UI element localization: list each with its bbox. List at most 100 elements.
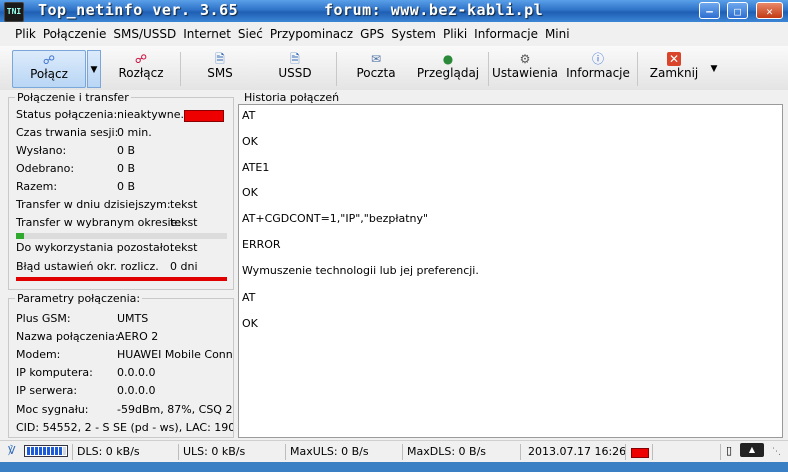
menu-polaczenie[interactable]: Połączenie bbox=[40, 27, 110, 41]
window-bottom-edge bbox=[0, 462, 788, 472]
session-value: 0 min. bbox=[117, 126, 152, 139]
menu-internet[interactable]: Internet bbox=[180, 27, 234, 41]
settings-button[interactable]: ⚙ Ustawienia bbox=[492, 50, 558, 88]
history-line: Wymuszenie technologii lub jej preferenc… bbox=[242, 264, 479, 277]
remaining-value: tekst bbox=[170, 241, 198, 254]
toolbar-separator bbox=[488, 52, 489, 86]
menu-gps[interactable]: GPS bbox=[357, 27, 387, 41]
params-group-title: Parametry połączenia: bbox=[15, 292, 143, 305]
menu-pliki[interactable]: Pliki bbox=[440, 27, 470, 41]
exit-label: Zamknij bbox=[649, 66, 699, 80]
sms-label: SMS bbox=[207, 66, 233, 80]
signal-bar bbox=[27, 447, 30, 455]
param-value: UMTS bbox=[117, 312, 149, 325]
received-value: 0 B bbox=[117, 162, 136, 175]
statusbar-separator bbox=[285, 444, 286, 460]
antenna-icon: ℣ bbox=[8, 444, 16, 457]
period-transfer-value: tekst bbox=[170, 216, 198, 229]
disconnect-button[interactable]: ☍ Rozłącz bbox=[106, 50, 176, 88]
menu-mini[interactable]: Mini bbox=[542, 27, 573, 41]
history-line: OK bbox=[242, 317, 258, 330]
signal-bar bbox=[63, 447, 66, 455]
dls-readout: DLS: 0 kB/s bbox=[77, 445, 140, 458]
maximize-button[interactable]: □ bbox=[727, 2, 748, 19]
status-label: Status połączenia: bbox=[16, 108, 118, 121]
history-line: OK bbox=[242, 186, 258, 199]
menu-informacje[interactable]: Informacje bbox=[471, 27, 541, 41]
sms-button[interactable]: 🗎 SMS bbox=[190, 50, 250, 88]
chevron-down-icon: ▼ bbox=[710, 64, 718, 74]
mail-label: Poczta bbox=[356, 66, 396, 80]
remaining-label: Do wykorzystania pozostało: bbox=[16, 241, 174, 254]
info-icon: ⓘ bbox=[591, 52, 604, 66]
toolbar: ☍ Połącz ▼ ☍ Rozłącz 🗎 SMS 🗎 USSD ✉ Pocz… bbox=[0, 46, 788, 91]
history-line: AT bbox=[242, 291, 256, 304]
total-label: Razem: bbox=[16, 180, 58, 193]
menu-sms-ussd[interactable]: SMS/USSD bbox=[110, 27, 179, 41]
window-title: Top_netinfo ver. 3.65 bbox=[38, 1, 239, 19]
period-transfer-progress-fill bbox=[16, 233, 24, 239]
chevron-down-icon: ▼ bbox=[90, 65, 98, 75]
info-label: Informacje bbox=[566, 66, 630, 80]
resize-grip-icon[interactable]: ⋱ bbox=[772, 447, 781, 457]
signal-bar bbox=[51, 447, 54, 455]
period-transfer-progress bbox=[16, 233, 227, 239]
param-label: IP komputera: bbox=[16, 366, 93, 379]
param-label: Plus GSM: bbox=[16, 312, 71, 325]
exit-button[interactable]: ✕ Zamknij bbox=[644, 50, 704, 88]
toolbar-separator bbox=[336, 52, 337, 86]
param-value: -59dBm, 87%, CSQ 27 bbox=[117, 403, 233, 416]
modem-icon: ▯ bbox=[726, 444, 733, 457]
signal-strength-meter bbox=[24, 445, 68, 457]
billing-error-value: 0 dni bbox=[170, 260, 198, 273]
statusbar-separator bbox=[178, 444, 179, 460]
ussd-button[interactable]: 🗎 USSD bbox=[265, 50, 325, 88]
received-label: Odebrano: bbox=[16, 162, 75, 175]
status-indicator bbox=[184, 110, 224, 122]
session-label: Czas trwania sesji: bbox=[16, 126, 119, 139]
mail-envelope-icon: ✉ bbox=[370, 52, 382, 66]
connect-icon: ☍ bbox=[42, 53, 56, 67]
signal-bar bbox=[39, 447, 42, 455]
statusbar-separator bbox=[652, 444, 653, 460]
statusbar-separator bbox=[402, 444, 403, 460]
signal-bar bbox=[47, 447, 50, 455]
browse-label: Przeglądaj bbox=[416, 66, 480, 80]
param-label: Modem: bbox=[16, 348, 61, 361]
history-line: AT bbox=[242, 109, 256, 122]
statusbar-separator bbox=[625, 444, 626, 460]
uls-readout: ULS: 0 kB/s bbox=[183, 445, 246, 458]
mail-button[interactable]: ✉ Poczta bbox=[346, 50, 406, 88]
history-log[interactable]: AT OK ATE1 OK AT+CGDCONT=1,"IP","bezpłat… bbox=[238, 104, 783, 438]
menu-plik[interactable]: Plik bbox=[12, 27, 39, 41]
minimize-button[interactable]: — bbox=[699, 2, 720, 19]
menu-system[interactable]: System bbox=[388, 27, 439, 41]
param-label: Nazwa połączenia: bbox=[16, 330, 119, 343]
app-icon: TNI bbox=[4, 2, 24, 22]
total-value: 0 B bbox=[117, 180, 136, 193]
info-button[interactable]: ⓘ Informacje bbox=[564, 50, 632, 88]
close-x-icon: ✕ bbox=[667, 52, 681, 66]
minimize-icon: — bbox=[706, 5, 713, 18]
connect-button[interactable]: ☍ Połącz bbox=[12, 50, 86, 88]
signal-bar bbox=[55, 447, 58, 455]
ussd-label: USSD bbox=[278, 66, 312, 80]
maxuls-readout: MaxULS: 0 B/s bbox=[290, 445, 369, 458]
menu-siec[interactable]: Sieć bbox=[235, 27, 266, 41]
menu-przypominacz[interactable]: Przypominacz bbox=[267, 27, 356, 41]
signal-bar bbox=[31, 447, 34, 455]
browse-button[interactable]: ● Przeglądaj bbox=[413, 50, 483, 88]
title-bar[interactable]: TNI Top_netinfo ver. 3.65 forum: www.bez… bbox=[0, 0, 788, 22]
param-value: 0.0.0.0 bbox=[117, 384, 156, 397]
close-window-button[interactable]: ✕ bbox=[756, 2, 783, 19]
globe-icon: ● bbox=[442, 52, 454, 66]
datetime-readout: 2013.07.17 16:26 bbox=[528, 445, 627, 458]
signal-bar bbox=[43, 447, 46, 455]
billing-error-label: Błąd ustawień okr. rozlicz. bbox=[16, 260, 159, 273]
connect-dropdown-button[interactable]: ▼ bbox=[87, 50, 101, 88]
param-label: IP serwera: bbox=[16, 384, 78, 397]
param-label: Moc sygnału: bbox=[16, 403, 89, 416]
sent-label: Wysłano: bbox=[16, 144, 67, 157]
period-transfer-label: Transfer w wybranym okresie: bbox=[16, 216, 182, 229]
exit-dropdown-button[interactable]: ▼ bbox=[707, 50, 721, 88]
